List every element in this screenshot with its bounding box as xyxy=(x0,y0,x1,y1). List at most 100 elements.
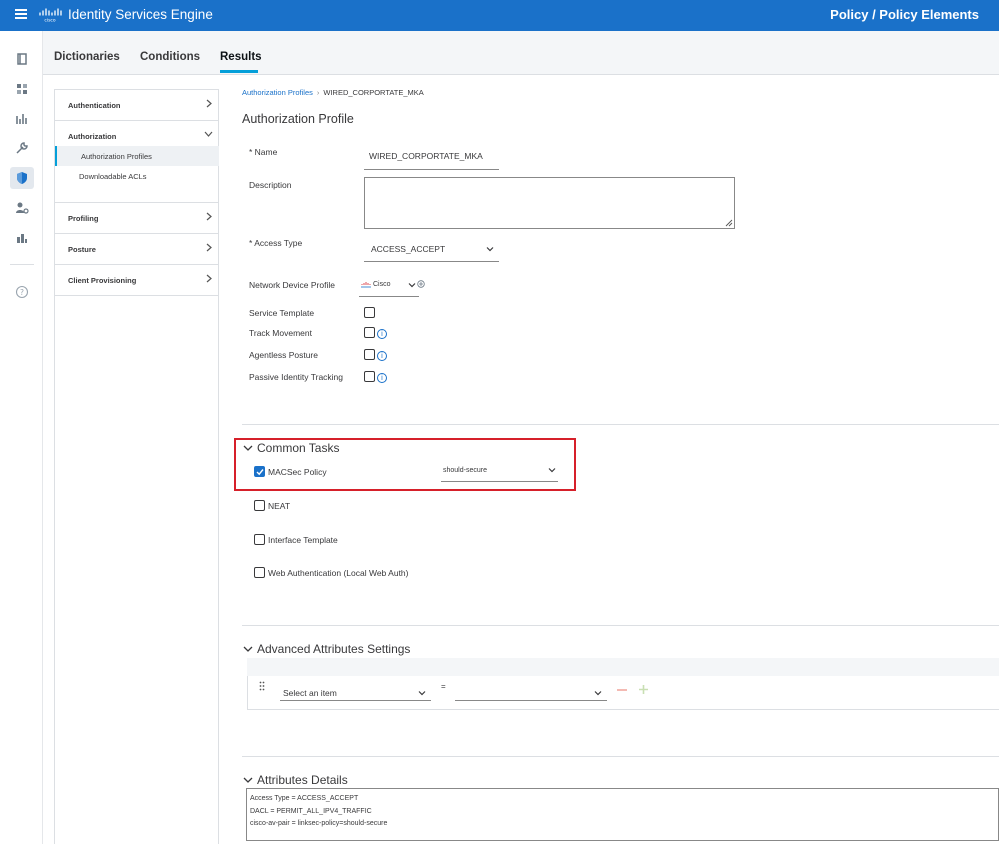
chevron-right-icon xyxy=(206,243,212,252)
track-movement-label: Track Movement xyxy=(249,328,312,338)
breadcrumb-separator-icon: › xyxy=(316,88,320,97)
web-authentication-checkbox[interactable] xyxy=(254,567,265,578)
nav-item-authorization-profiles[interactable]: Authorization Profiles xyxy=(55,146,219,166)
name-value: WIRED_CORPORTATE_MKA xyxy=(369,151,483,161)
reports-icon[interactable] xyxy=(10,227,34,249)
nav-item-label: Downloadable ACLs xyxy=(79,172,147,181)
details-line: cisco-av-pair = linksec-policy=should-se… xyxy=(250,820,388,827)
name-label: * Name xyxy=(249,147,278,157)
macsec-policy-label: MACSec Policy xyxy=(268,467,327,477)
chevron-down-icon xyxy=(204,131,213,137)
description-textarea[interactable] xyxy=(364,177,735,229)
section-divider xyxy=(242,625,999,626)
network-device-profile-value: Cisco xyxy=(373,281,391,288)
attributes-details-title: Attributes Details xyxy=(257,773,348,787)
help-icon[interactable]: ? xyxy=(10,281,34,303)
attribute-select[interactable]: Select an item xyxy=(280,683,431,701)
analytics-icon[interactable] xyxy=(10,108,34,130)
breadcrumb: Authorization Profiles › WIRED_CORPORTATE_… xyxy=(242,88,424,97)
info-icon[interactable]: i xyxy=(377,373,387,383)
interface-template-label: Interface Template xyxy=(268,535,338,545)
resize-handle-icon[interactable] xyxy=(725,219,733,227)
checkmark-icon xyxy=(256,469,264,476)
name-input[interactable]: WIRED_CORPORTATE_MKA xyxy=(364,146,499,170)
details-line: Access Type = ACCESS_ACCEPT xyxy=(250,795,359,802)
service-template-label: Service Template xyxy=(249,308,315,318)
user-settings-icon[interactable] xyxy=(10,197,34,219)
bookmark-icon[interactable] xyxy=(10,48,34,70)
attributes-details-box: Access Type = ACCESS_ACCEPT DACL = PERMI… xyxy=(246,788,999,841)
top-header: cisco Identity Services Engine Policy / … xyxy=(0,0,999,31)
advanced-attributes-header xyxy=(247,658,999,676)
details-line: DACL = PERMIT_ALL_IPV4_TRAFFIC xyxy=(250,807,372,815)
nav-posture-label: Posture xyxy=(68,245,96,254)
results-navigation: Authentication Authorization Authorizati… xyxy=(54,89,219,844)
section-divider xyxy=(242,424,999,425)
svg-text:?: ? xyxy=(20,288,24,297)
main-content: Authorization Profiles › WIRED_CORPORTATE_… xyxy=(220,75,999,844)
web-authentication-label: Web Authentication (Local Web Auth) xyxy=(268,568,409,578)
chevron-down-icon xyxy=(548,468,556,473)
tab-dictionaries[interactable]: Dictionaries xyxy=(54,51,120,63)
drag-handle-icon[interactable] xyxy=(259,681,265,691)
add-icon[interactable] xyxy=(638,684,649,695)
nav-authentication[interactable]: Authentication xyxy=(55,90,219,121)
network-device-profile-select[interactable]: Cisco xyxy=(359,276,419,297)
tab-conditions[interactable]: Conditions xyxy=(140,51,200,63)
chevron-right-icon xyxy=(206,274,212,283)
operator-label: = xyxy=(441,682,446,691)
rail-divider xyxy=(10,264,34,265)
info-icon[interactable]: i xyxy=(377,329,387,339)
neat-checkbox[interactable] xyxy=(254,500,265,511)
icon-rail: ? xyxy=(0,31,43,844)
tab-results[interactable]: Results xyxy=(220,51,262,63)
info-icon[interactable]: i xyxy=(377,351,387,361)
nav-profiling[interactable]: Profiling xyxy=(55,203,219,234)
chevron-down-icon xyxy=(486,247,494,252)
policy-shield-icon[interactable] xyxy=(10,167,34,189)
attribute-value-select[interactable] xyxy=(455,683,607,701)
app-title: Identity Services Engine xyxy=(68,7,213,22)
passive-identity-tracking-label: Passive Identity Tracking xyxy=(249,372,344,382)
macsec-policy-select[interactable]: should-secure xyxy=(441,460,558,482)
svg-text:cisco: cisco xyxy=(44,18,56,24)
tools-icon[interactable] xyxy=(10,137,34,159)
track-movement-checkbox[interactable] xyxy=(364,327,375,338)
nav-item-label: Authorization Profiles xyxy=(81,152,152,161)
dashboard-icon[interactable] xyxy=(10,78,34,100)
nav-posture[interactable]: Posture xyxy=(55,234,219,265)
network-device-profile-label: Network Device Profile xyxy=(249,280,335,290)
macsec-policy-checkbox[interactable] xyxy=(254,466,265,477)
agentless-posture-label: Agentless Posture xyxy=(249,350,318,360)
access-type-select[interactable]: ACCESS_ACCEPT xyxy=(364,238,499,262)
interface-template-checkbox[interactable] xyxy=(254,534,265,545)
page-path-title: Policy / Policy Elements xyxy=(830,7,979,22)
nav-item-downloadable-acls[interactable]: Downloadable ACLs xyxy=(55,166,219,203)
breadcrumb-parent-link[interactable]: Authorization Profiles xyxy=(242,88,313,97)
nav-client-provisioning[interactable]: Client Provisioning xyxy=(55,265,219,296)
chevron-down-icon[interactable] xyxy=(243,645,253,653)
chevron-down-icon xyxy=(408,283,416,288)
description-label: Description xyxy=(249,180,292,190)
access-type-label: * Access Type xyxy=(249,238,303,248)
passive-identity-tracking-checkbox[interactable] xyxy=(364,371,375,382)
nav-authentication-label: Authentication xyxy=(68,101,121,110)
hamburger-menu-icon[interactable] xyxy=(15,9,27,19)
chevron-down-icon xyxy=(594,691,602,696)
remove-icon[interactable] xyxy=(616,687,628,693)
nav-profiling-label: Profiling xyxy=(68,214,99,223)
active-tab-indicator xyxy=(220,70,258,73)
chevron-down-icon xyxy=(418,691,426,696)
chevron-right-icon xyxy=(206,99,212,108)
advanced-attribute-row: Select an item = xyxy=(247,676,999,710)
neat-label: NEAT xyxy=(268,501,291,511)
chevron-down-icon[interactable] xyxy=(243,776,253,784)
add-circle-icon[interactable] xyxy=(417,280,425,288)
advanced-attributes-title: Advanced Attributes Settings xyxy=(257,642,411,656)
section-divider xyxy=(242,756,999,757)
agentless-posture-checkbox[interactable] xyxy=(364,349,375,360)
cisco-logo-icon: cisco xyxy=(39,8,62,24)
access-type-value: ACCESS_ACCEPT xyxy=(371,244,446,254)
service-template-checkbox[interactable] xyxy=(364,307,375,318)
chevron-right-icon xyxy=(206,212,212,221)
